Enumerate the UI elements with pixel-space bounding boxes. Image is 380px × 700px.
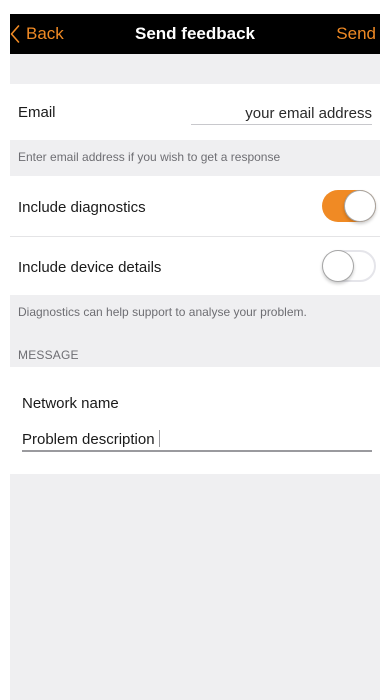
navigation-bar: Back Send feedback Send — [10, 14, 380, 54]
email-row: Email — [10, 84, 380, 140]
network-name-label: Network name — [22, 395, 119, 412]
diagnostics-toggle[interactable] — [322, 190, 376, 222]
diagnostics-row: Include diagnostics — [10, 176, 380, 237]
email-label: Email — [18, 104, 56, 121]
message-block: Network name Problem description — [10, 367, 380, 474]
toggle-knob — [322, 250, 354, 282]
device-details-row: Include device details — [10, 237, 380, 295]
send-button[interactable]: Send — [336, 14, 376, 54]
email-field[interactable] — [191, 102, 372, 125]
problem-description-text: Problem description — [22, 430, 160, 448]
problem-description-value: Problem description — [22, 431, 155, 448]
device-details-label: Include device details — [18, 259, 162, 276]
back-button[interactable]: Back — [10, 14, 64, 54]
chevron-left-icon — [10, 25, 20, 43]
diagnostics-label: Include diagnostics — [18, 199, 146, 216]
email-hint: Enter email address if you wish to get a… — [18, 150, 281, 164]
message-section-header: MESSAGE — [18, 348, 79, 362]
diagnostics-hint: Diagnostics can help support to analyse … — [18, 305, 307, 319]
send-feedback-screen: Back Send feedback Send Email Enter emai… — [0, 0, 380, 700]
text-caret — [158, 430, 160, 447]
toggle-knob — [344, 190, 376, 222]
back-label: Back — [26, 24, 64, 43]
problem-description-field[interactable]: Problem description — [22, 428, 372, 452]
form-content: Email Enter email address if you wish to… — [10, 54, 380, 700]
device-details-toggle[interactable] — [322, 250, 376, 282]
page-title: Send feedback — [135, 24, 255, 43]
